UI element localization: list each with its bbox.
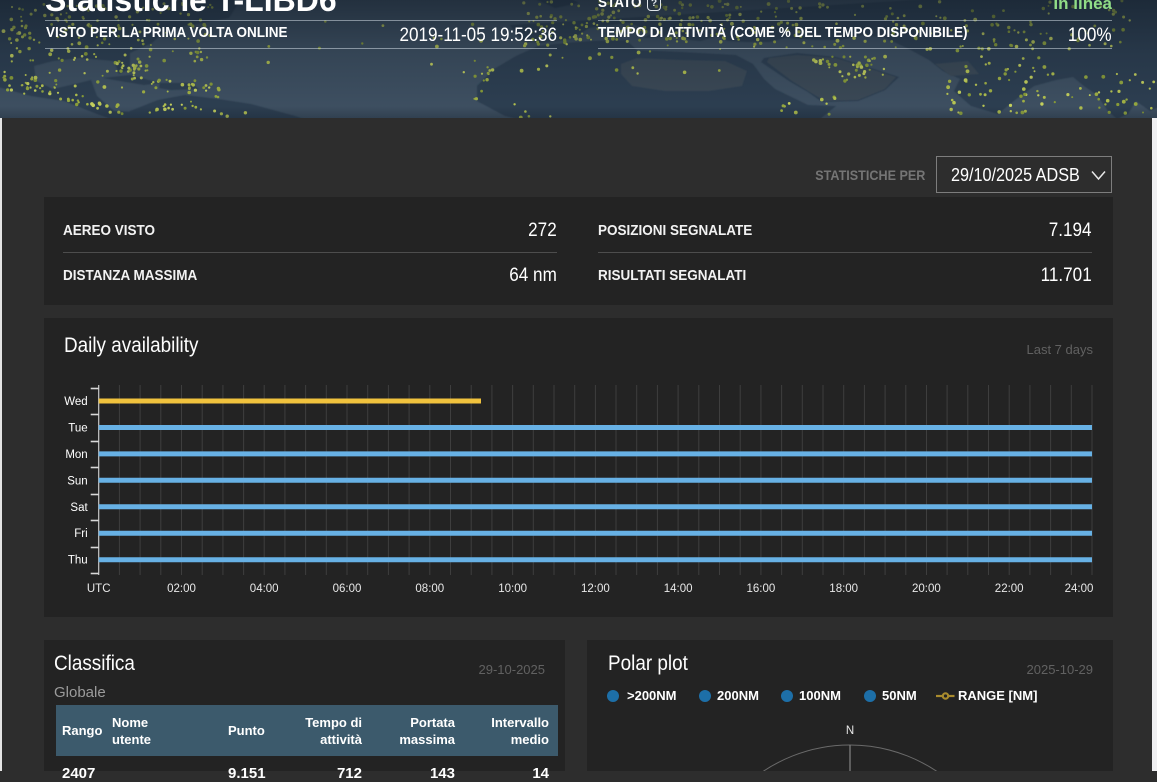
svg-text:UTC: UTC	[87, 583, 111, 595]
svg-text:Tue: Tue	[68, 423, 87, 435]
svg-text:14:00: 14:00	[664, 583, 693, 595]
svg-text:Fri: Fri	[74, 528, 87, 540]
svg-text:Thu: Thu	[68, 555, 88, 567]
svg-text:02:00: 02:00	[167, 583, 196, 595]
svg-text:08:00: 08:00	[415, 583, 444, 595]
svg-text:18:00: 18:00	[829, 583, 858, 595]
svg-text:Mon: Mon	[65, 449, 87, 461]
svg-text:22:00: 22:00	[995, 583, 1024, 595]
svg-text:12:00: 12:00	[581, 583, 610, 595]
svg-text:Sat: Sat	[70, 502, 88, 514]
svg-text:04:00: 04:00	[250, 583, 279, 595]
svg-text:N: N	[846, 725, 854, 737]
svg-text:16:00: 16:00	[747, 583, 776, 595]
svg-text:Sun: Sun	[67, 475, 87, 487]
svg-text:10:00: 10:00	[498, 583, 527, 595]
svg-text:24:00: 24:00	[1065, 583, 1094, 595]
svg-text:06:00: 06:00	[333, 583, 362, 595]
svg-text:Wed: Wed	[64, 396, 87, 408]
svg-text:20:00: 20:00	[912, 583, 941, 595]
